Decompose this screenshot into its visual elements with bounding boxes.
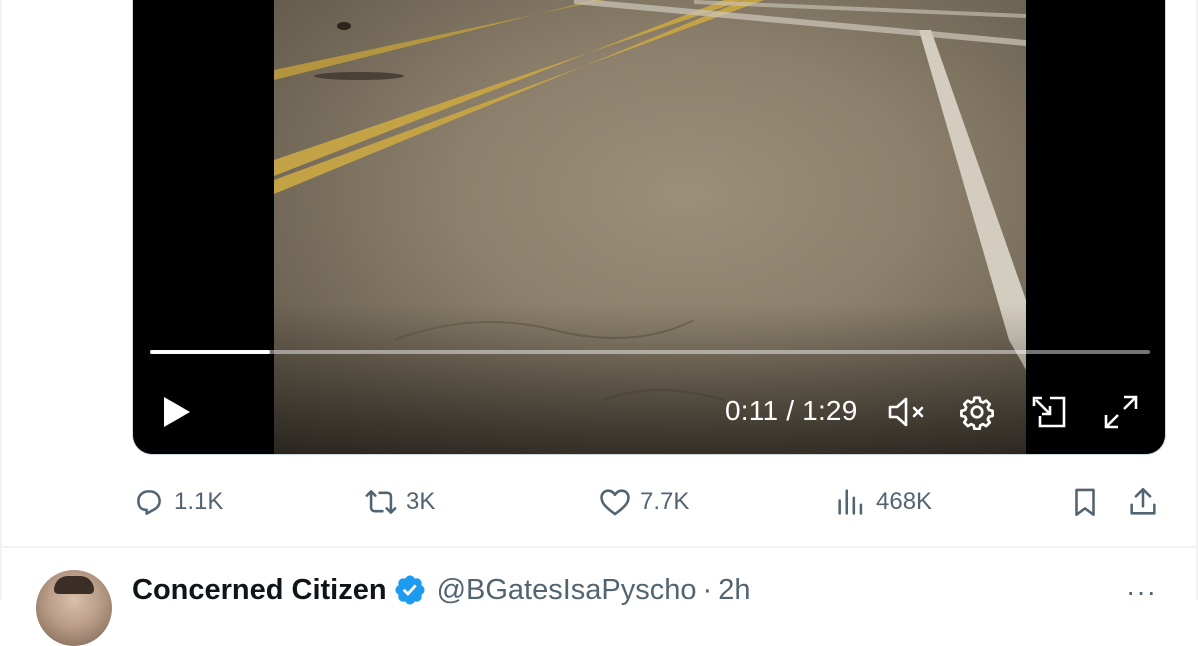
- picture-in-picture-button[interactable]: [1027, 390, 1071, 434]
- views-count: 468K: [876, 488, 933, 515]
- avatar[interactable]: [36, 570, 112, 646]
- bookmark-icon: [1075, 488, 1095, 517]
- tweet-header: Concerned Citizen @BGatesIsaPyscho · 2h: [132, 570, 750, 610]
- play-icon: [164, 397, 190, 427]
- display-name[interactable]: Concerned Citizen: [132, 574, 387, 607]
- retweet-button[interactable]: 3K: [364, 480, 435, 524]
- tweet-divider: [0, 546, 1198, 548]
- time-separator: /: [786, 395, 795, 426]
- volume-muted-icon: [888, 397, 924, 427]
- reply-count: 1.1K: [174, 488, 224, 515]
- play-button[interactable]: [157, 392, 197, 432]
- retweet-icon: [365, 490, 397, 514]
- video-timestamp: 0:11 / 1:29: [725, 394, 857, 428]
- tweet-timestamp[interactable]: 2h: [718, 574, 750, 607]
- controls-gradient: [133, 304, 1165, 454]
- more-options-button[interactable]: ···: [1126, 576, 1166, 607]
- user-handle[interactable]: @BGatesIsaPyscho: [437, 574, 697, 607]
- mute-button[interactable]: [885, 390, 929, 434]
- reply-icon: [137, 490, 161, 515]
- gear-icon: [960, 396, 994, 430]
- picture-in-picture-icon: [1032, 396, 1066, 428]
- reply-button[interactable]: 1.1K: [132, 480, 223, 524]
- like-count: 7.7K: [640, 488, 690, 515]
- fullscreen-icon: [1104, 395, 1138, 429]
- retweet-count: 3K: [406, 488, 436, 515]
- like-button[interactable]: 7.7K: [598, 480, 689, 524]
- views-button[interactable]: 468K: [834, 480, 932, 524]
- heart-icon: [600, 489, 630, 516]
- settings-button[interactable]: [955, 390, 999, 434]
- bookmark-button[interactable]: [1068, 480, 1102, 524]
- fullscreen-button[interactable]: [1099, 390, 1143, 434]
- separator-dot: ·: [702, 573, 713, 606]
- video-player[interactable]: 0:11 / 1:29: [132, 0, 1166, 455]
- share-icon: [1130, 487, 1156, 515]
- share-button[interactable]: [1126, 480, 1160, 524]
- time-total: 1:29: [802, 395, 858, 426]
- tweet-action-bar: 1.1K 3K 7.7K 468K: [0, 480, 1198, 524]
- video-progress-fill: [150, 350, 270, 354]
- time-current: 0:11: [725, 395, 779, 426]
- video-progress-bar[interactable]: [150, 350, 1150, 354]
- verified-badge-icon[interactable]: [393, 573, 427, 607]
- analytics-icon: [838, 489, 863, 515]
